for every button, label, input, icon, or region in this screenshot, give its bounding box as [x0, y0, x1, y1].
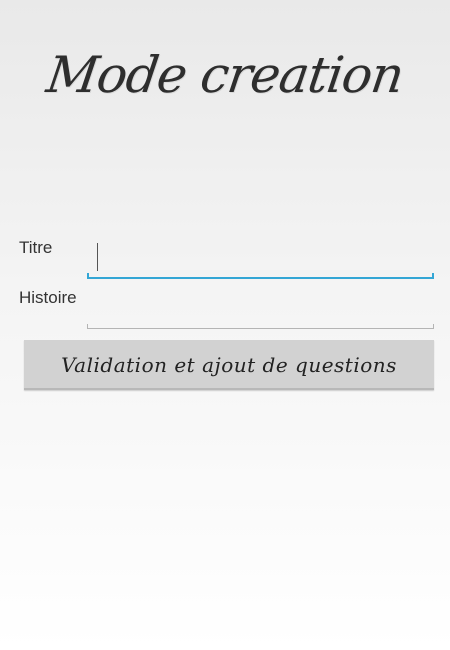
titre-field-underline: [87, 273, 434, 279]
histoire-input[interactable]: [95, 295, 426, 321]
titre-field[interactable]: [87, 239, 434, 279]
histoire-field[interactable]: [87, 289, 434, 329]
titre-input[interactable]: [95, 245, 426, 271]
titre-label: Titre: [19, 238, 53, 257]
histoire-field-underline: [87, 324, 434, 329]
page-title: Mode creation: [43, 46, 407, 104]
validation-button[interactable]: Validation et ajout de questions: [24, 340, 434, 390]
histoire-label: Histoire: [19, 288, 77, 307]
